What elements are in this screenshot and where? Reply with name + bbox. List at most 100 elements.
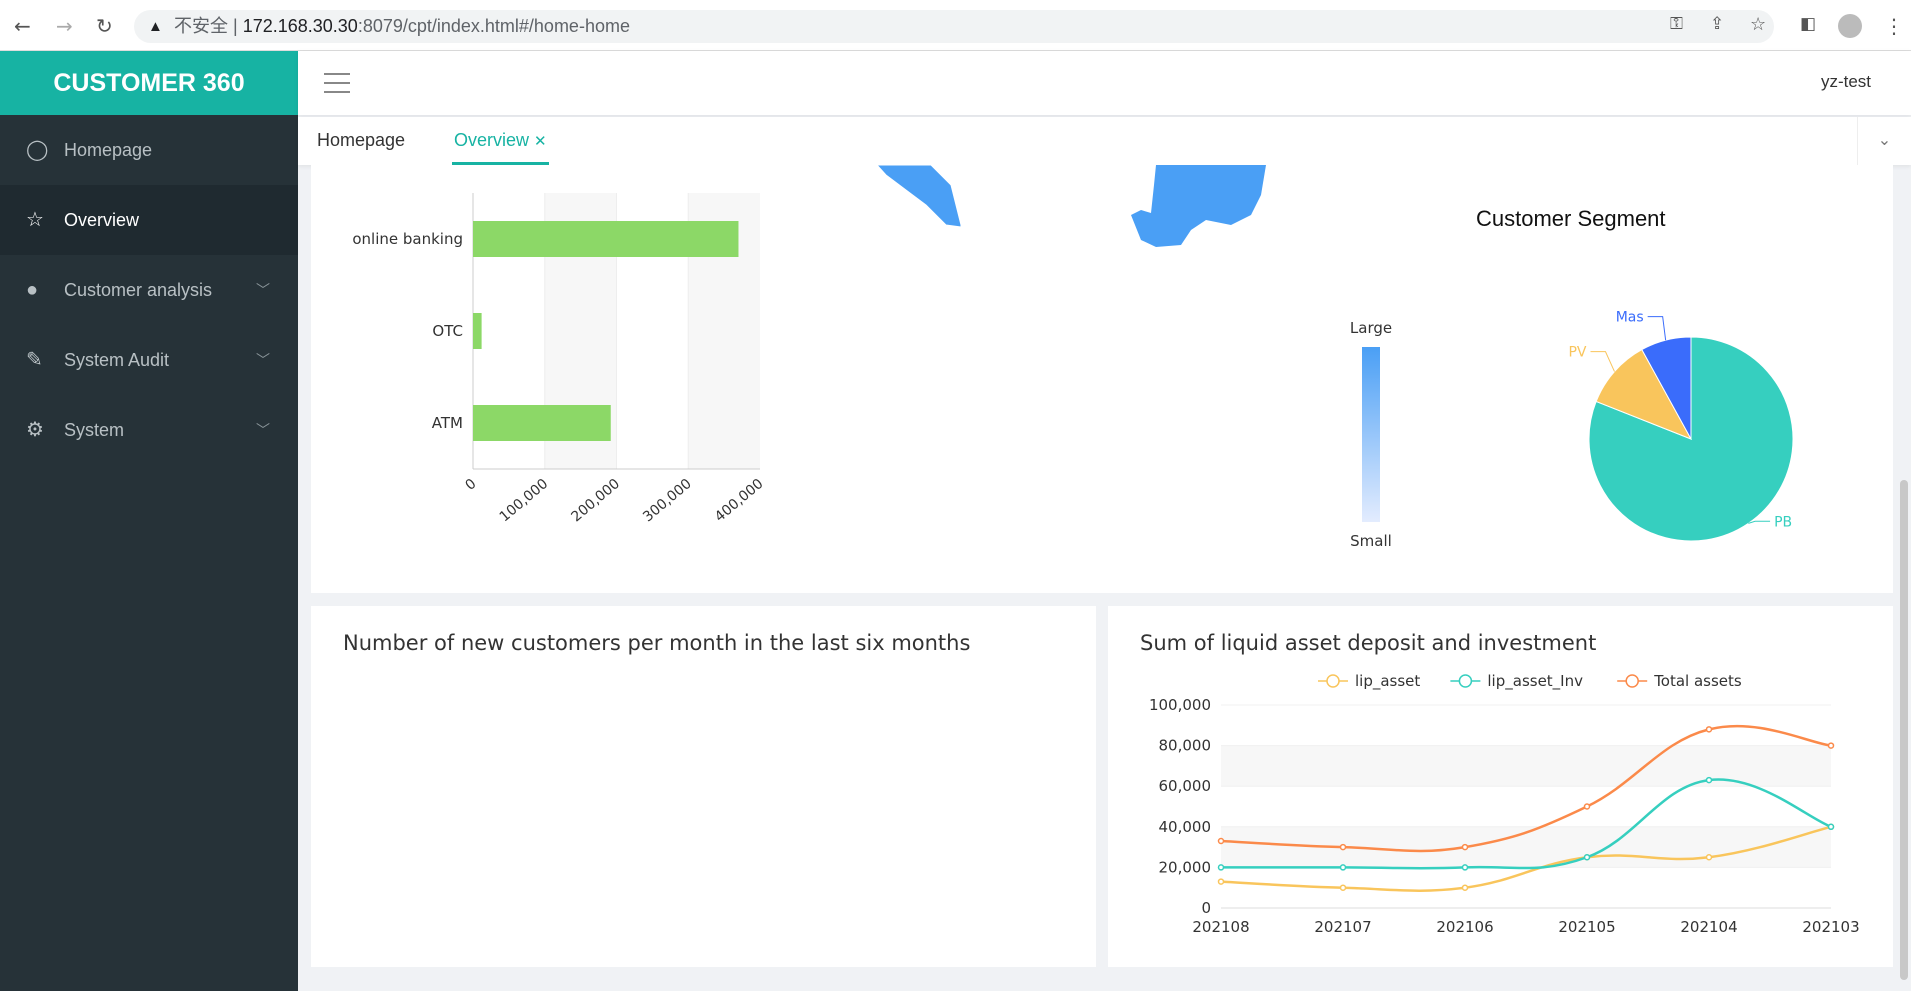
tab-label: Homepage bbox=[317, 130, 406, 150]
security-label: 不安全 bbox=[174, 16, 228, 36]
logo: CUSTOMER 360 bbox=[0, 51, 298, 115]
sidebar: CUSTOMER 360 ◯ Homepage ☆ Overview ● Customer… bbox=[0, 51, 298, 991]
warning-icon: ▲ bbox=[148, 18, 163, 35]
bar-ATM bbox=[473, 405, 611, 441]
sidebar-item-homepage[interactable]: ◯ Homepage bbox=[0, 115, 298, 185]
x-tick-label: 202106 bbox=[1436, 918, 1493, 936]
legend-marker bbox=[1625, 674, 1639, 688]
legend-marker bbox=[1458, 674, 1473, 688]
forward-icon[interactable]: → bbox=[56, 14, 73, 38]
data-point bbox=[1705, 854, 1713, 861]
scrollbar[interactable] bbox=[1900, 480, 1908, 980]
profile-avatar[interactable] bbox=[1838, 14, 1862, 38]
line-chart: 0 20,000 40,000 60,000 80,000 100,000 202108 20… bbox=[1149, 672, 1860, 936]
bar-category-label: ATM bbox=[432, 414, 463, 432]
sidebar-item-system-audit[interactable]: ✎ System Audit ﹀ bbox=[0, 325, 298, 395]
pie-label-line bbox=[1590, 351, 1615, 372]
browser-toolbar: ← → ↻ ▲ 不安全 | 172.168.30.30:8079/cpt/ind… bbox=[0, 0, 1911, 51]
visual-map-high-label: Large bbox=[1350, 319, 1392, 337]
new-customers-title: Number of new customers per month in the… bbox=[343, 631, 971, 655]
x-tick-label: 0 bbox=[462, 476, 479, 494]
data-point bbox=[1705, 776, 1713, 784]
pie-title: Customer Segment bbox=[1476, 206, 1666, 231]
map-region bbox=[876, 165, 962, 228]
person-icon: ● bbox=[26, 279, 39, 301]
close-icon[interactable]: ✕ bbox=[534, 133, 547, 150]
sidebar-item-system[interactable]: ⚙ System ﹀ bbox=[0, 395, 298, 465]
url-host: 172.168.30.30 bbox=[242, 16, 358, 36]
sidebar-item-label: Homepage bbox=[64, 140, 153, 160]
overview-top-card: online banking OTC ATM 0 100,000 200,000 300,0… bbox=[311, 165, 1893, 593]
pie-label-line bbox=[1647, 316, 1667, 341]
chevron-down-icon[interactable]: ﹀ bbox=[256, 255, 270, 325]
more-icon[interactable]: ⋮ bbox=[1884, 14, 1904, 38]
share-icon[interactable]: ⇪ bbox=[1710, 14, 1724, 34]
chevron-down-icon[interactable]: ﹀ bbox=[256, 395, 270, 465]
tabs-dropdown-chevron-icon[interactable]: ⌄ bbox=[1857, 117, 1911, 165]
data-point bbox=[1339, 843, 1347, 851]
data-point bbox=[1827, 823, 1835, 831]
y-tick-label: 100,000 bbox=[1149, 696, 1211, 714]
legend-label: lip_asset_Inv bbox=[1487, 672, 1583, 691]
tab-homepage[interactable]: Homepage bbox=[317, 117, 405, 165]
map-region bbox=[1131, 165, 1266, 247]
data-point bbox=[1217, 878, 1225, 885]
gear-icon: ⚙ bbox=[26, 419, 44, 441]
sidebar-item-label: Customer analysis bbox=[64, 280, 213, 300]
y-tick-label: 80,000 bbox=[1159, 737, 1212, 755]
sidebar-item-overview[interactable]: ☆ Overview bbox=[0, 185, 298, 255]
address-bar[interactable]: ▲ 不安全 | 172.168.30.30:8079/cpt/index.htm… bbox=[134, 10, 1774, 43]
sidebar-item-label: System bbox=[64, 420, 125, 440]
bar-online-banking bbox=[473, 221, 739, 257]
pie-label: PB bbox=[1774, 514, 1792, 530]
pie-label: PV bbox=[1568, 345, 1586, 361]
y-tick-label: 60,000 bbox=[1159, 777, 1212, 795]
star-icon: ☆ bbox=[26, 209, 44, 231]
edit-icon: ✎ bbox=[26, 349, 43, 371]
data-point bbox=[1583, 854, 1591, 861]
bar-OTC bbox=[473, 313, 482, 349]
legend-marker bbox=[1326, 674, 1340, 688]
x-tick-label: 300,000 bbox=[640, 476, 695, 525]
reload-icon[interactable]: ↻ bbox=[96, 14, 113, 38]
grid-band bbox=[1221, 745, 1831, 787]
x-tick-label: 202108 bbox=[1192, 918, 1249, 936]
data-point bbox=[1217, 864, 1225, 871]
pie-label: Mas bbox=[1616, 310, 1644, 326]
tab-bar: Homepage Overview ✕ ⌄ bbox=[298, 117, 1911, 165]
bar-category-label: OTC bbox=[432, 322, 463, 340]
separator: | bbox=[228, 16, 243, 36]
x-tick-label: 202104 bbox=[1680, 918, 1737, 936]
visual-map-bar bbox=[1362, 347, 1380, 522]
data-point bbox=[1827, 742, 1835, 749]
data-point bbox=[1461, 884, 1469, 891]
bookmark-star-icon[interactable]: ☆ bbox=[1750, 14, 1766, 35]
x-tick-label: 202107 bbox=[1314, 918, 1371, 936]
x-tick-label: 200,000 bbox=[568, 476, 623, 525]
legend-label: Total assets bbox=[1653, 672, 1742, 690]
x-tick-label: 202105 bbox=[1558, 918, 1615, 936]
sidebar-item-customer-analysis[interactable]: ● Customer analysis ﹀ bbox=[0, 255, 298, 325]
liquid-asset-card: Sum of liquid asset deposit and investme… bbox=[1108, 606, 1893, 967]
x-tick-label: 100,000 bbox=[497, 476, 552, 525]
x-tick-label: 202103 bbox=[1802, 918, 1859, 936]
user-name[interactable]: yz-test bbox=[1821, 72, 1871, 92]
data-point bbox=[1217, 837, 1225, 845]
x-tick-label: 400,000 bbox=[712, 476, 767, 525]
tab-overview[interactable]: Overview ✕ bbox=[452, 117, 549, 165]
hamburger-menu-icon[interactable] bbox=[324, 73, 350, 93]
app-header: yz-test bbox=[298, 51, 1911, 115]
data-point bbox=[1583, 803, 1591, 810]
data-point bbox=[1339, 864, 1347, 871]
legend-label: lip_asset bbox=[1355, 672, 1420, 691]
key-icon[interactable]: ⚿ bbox=[1670, 14, 1683, 34]
sidebar-item-label: System Audit bbox=[64, 350, 170, 370]
chevron-down-icon[interactable]: ﹀ bbox=[256, 325, 270, 395]
new-customers-card: Number of new customers per month in the… bbox=[311, 606, 1096, 967]
bar-category-label: online banking bbox=[352, 230, 463, 248]
y-tick-label: 20,000 bbox=[1159, 858, 1212, 876]
url-path: :8079/cpt/index.html#/home-home bbox=[357, 16, 630, 36]
data-point bbox=[1461, 864, 1469, 871]
side-panel-icon[interactable]: ◧ bbox=[1800, 14, 1816, 34]
back-icon[interactable]: ← bbox=[14, 14, 31, 38]
